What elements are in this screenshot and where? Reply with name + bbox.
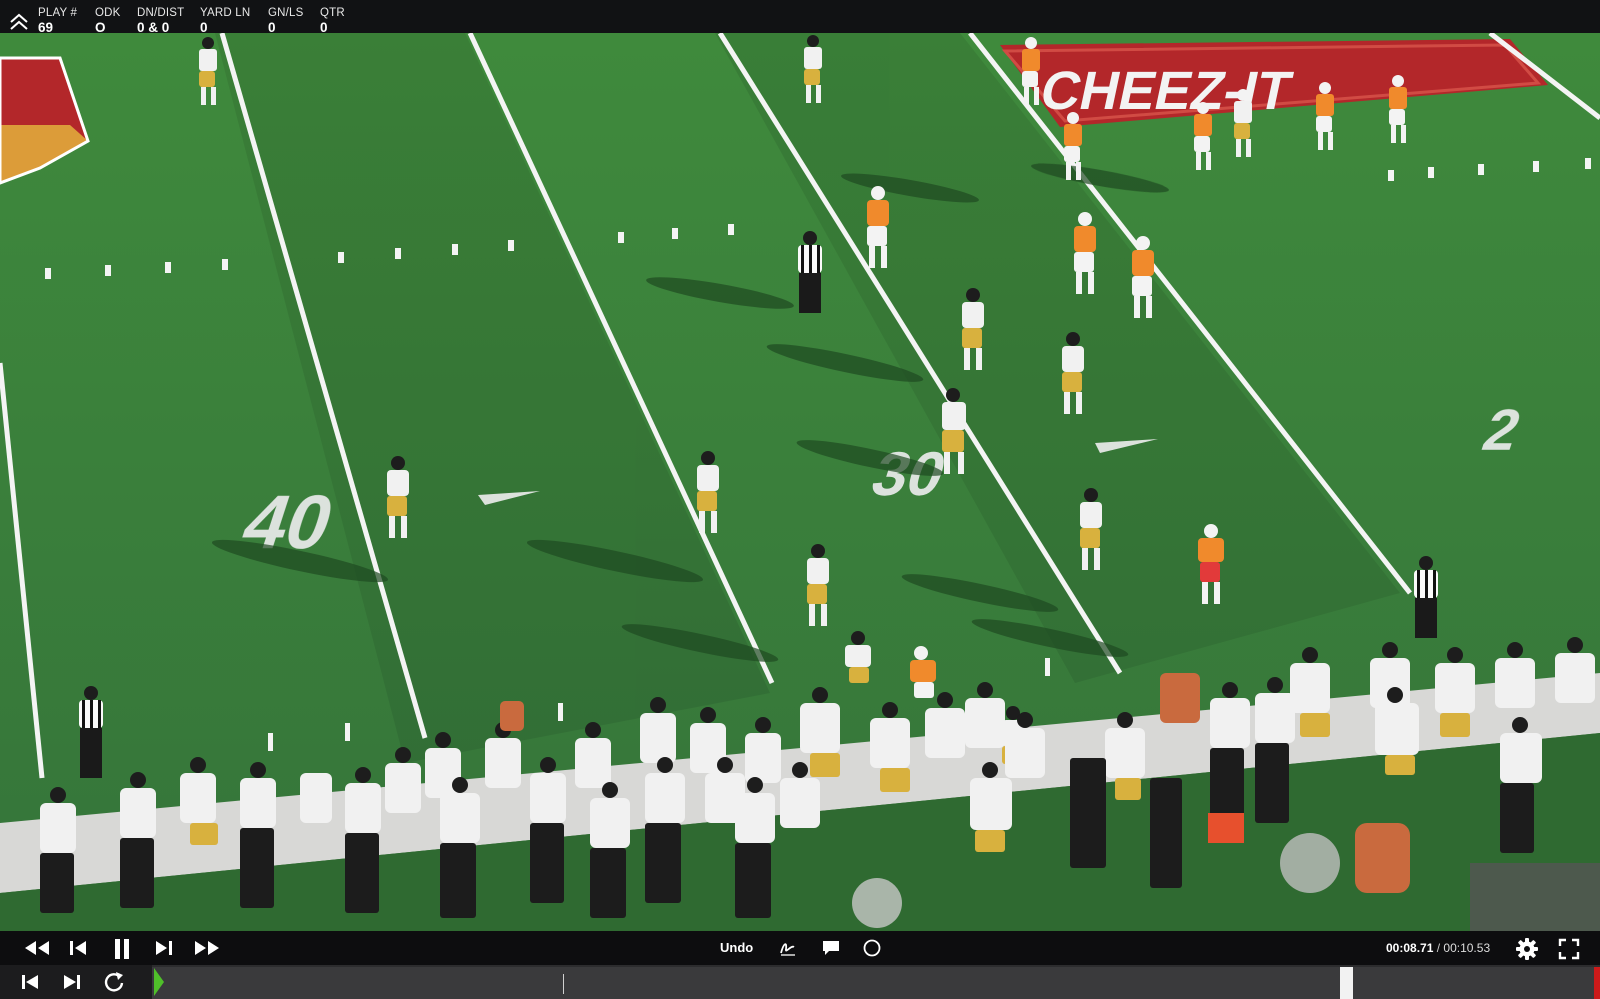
timeline-track[interactable] <box>152 967 1600 999</box>
next-clip-button[interactable] <box>61 972 83 992</box>
comment-button[interactable] <box>821 938 841 958</box>
odk-field: ODK O <box>95 6 121 35</box>
circle-shape-icon <box>863 939 881 957</box>
odk-value: O <box>95 20 106 35</box>
play-number-label: PLAY # <box>38 7 78 19</box>
step-forward-button[interactable] <box>153 938 175 958</box>
sponsor-logo-text: CHEEZ-IT <box>1035 61 1297 121</box>
video-frame[interactable]: CHEEZ-IT 40 30 2 <box>0 33 1600 931</box>
down-distance-label: DN/DIST <box>137 7 185 19</box>
football-field-scene: CHEEZ-IT 40 30 2 <box>0 33 1600 931</box>
play-number-value: 69 <box>38 20 54 35</box>
skip-next-icon <box>64 975 80 989</box>
gain-loss-field: GN/LS 0 <box>268 6 304 35</box>
replay-icon <box>104 972 124 992</box>
undo-button[interactable]: Undo <box>720 940 753 955</box>
down-distance-field: DN/DIST 0 & 0 <box>137 6 184 35</box>
pause-icon <box>115 939 129 959</box>
comment-icon <box>823 941 839 955</box>
yard-line-field: YARD LN 0 <box>200 6 250 35</box>
circle-tool-button[interactable] <box>862 938 882 958</box>
collapse-chevron-icon[interactable] <box>8 12 30 32</box>
down-distance-value: 0 & 0 <box>137 20 170 35</box>
fast-forward-button[interactable] <box>193 938 221 958</box>
rewind-button[interactable] <box>23 938 51 958</box>
pen-scribble-icon <box>780 943 795 956</box>
current-time: 00:08.71 <box>1386 941 1434 955</box>
quarter-value: 0 <box>320 20 328 35</box>
step-forward-icon <box>156 941 172 955</box>
playback-time: 00:08.71 / 00:10.53 <box>1386 941 1490 955</box>
yard-line-label: YARD LN <box>200 7 251 19</box>
playhead-marker[interactable] <box>154 968 164 996</box>
timeline-tick <box>563 974 564 994</box>
timeline-end-indicator <box>1594 967 1600 999</box>
pause-button[interactable] <box>111 938 133 959</box>
rewind-icon <box>25 941 49 955</box>
yard-line-value: 0 <box>200 20 208 35</box>
gain-loss-value: 0 <box>268 20 276 35</box>
timeline <box>0 965 1600 999</box>
fast-forward-icon <box>195 941 219 955</box>
playback-controls: Undo 00:08.71 / 00:10.53 <box>0 931 1600 965</box>
fullscreen-icon <box>1558 938 1580 960</box>
fullscreen-button[interactable] <box>1558 938 1580 960</box>
time-separator: / <box>1436 941 1441 955</box>
quarter-field: QTR 0 <box>320 6 345 35</box>
timeline-position-handle[interactable] <box>1340 967 1353 999</box>
replay-button[interactable] <box>103 971 125 992</box>
gain-loss-label: GN/LS <box>268 7 304 19</box>
previous-clip-button[interactable] <box>19 972 41 992</box>
total-time: 00:10.53 <box>1443 941 1491 955</box>
play-number-field: PLAY # 69 <box>38 6 77 35</box>
gear-icon <box>1516 938 1538 960</box>
draw-tool-button[interactable] <box>778 938 798 958</box>
skip-previous-icon <box>22 975 38 989</box>
settings-button[interactable] <box>1516 938 1538 960</box>
odk-label: ODK <box>95 7 121 19</box>
quarter-label: QTR <box>320 7 345 19</box>
step-back-icon <box>70 941 86 955</box>
play-info-bar: PLAY # 69 ODK O DN/DIST 0 & 0 YARD LN 0 … <box>0 0 1600 35</box>
step-back-button[interactable] <box>67 938 89 958</box>
